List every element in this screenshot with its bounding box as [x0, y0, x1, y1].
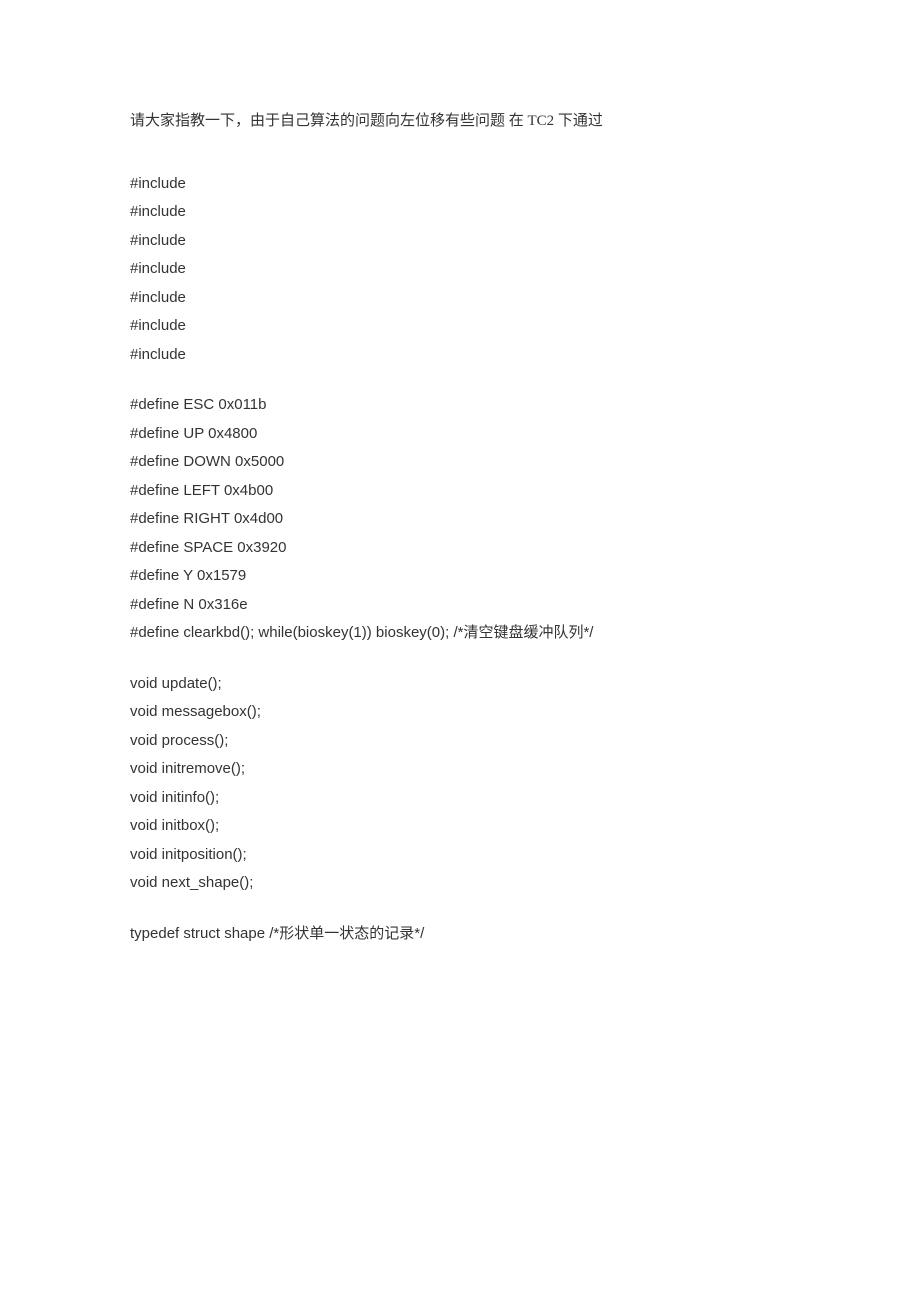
code-line: #include	[130, 315, 790, 338]
code-line: #include	[130, 173, 790, 196]
code-line: #define ESC 0x011b	[130, 394, 790, 417]
code-line: void update();	[130, 673, 790, 696]
code-line: void messagebox();	[130, 701, 790, 724]
code-line: #define Y 0x1579	[130, 565, 790, 588]
code-line: #define clearkbd(); while(bioskey(1)) bi…	[130, 622, 790, 645]
defines-block: #define ESC 0x011b #define UP 0x4800 #de…	[130, 394, 790, 645]
code-line: void initbox();	[130, 815, 790, 838]
code-line: #define RIGHT 0x4d00	[130, 508, 790, 531]
code-line: #include	[130, 201, 790, 224]
document-page: 请大家指教一下，由于自己算法的问题向左位移有些问题 在 TC2 下通过 #inc…	[0, 0, 920, 1302]
functions-block: void update(); void messagebox(); void p…	[130, 673, 790, 895]
code-line: void initremove();	[130, 758, 790, 781]
code-line: #define UP 0x4800	[130, 423, 790, 446]
includes-block: #include #include #include #include #inc…	[130, 173, 790, 367]
code-line: void initinfo();	[130, 787, 790, 810]
intro-text: 请大家指教一下，由于自己算法的问题向左位移有些问题 在 TC2 下通过	[130, 110, 790, 133]
code-line: typedef struct shape /*形状单一状态的记录*/	[130, 923, 790, 946]
code-line: #include	[130, 344, 790, 367]
code-line: #include	[130, 230, 790, 253]
code-line: void initposition();	[130, 844, 790, 867]
code-line: void process();	[130, 730, 790, 753]
code-line: #define SPACE 0x3920	[130, 537, 790, 560]
code-line: void next_shape();	[130, 872, 790, 895]
code-line: #define DOWN 0x5000	[130, 451, 790, 474]
code-line: #include	[130, 287, 790, 310]
code-line: #define N 0x316e	[130, 594, 790, 617]
code-line: #include	[130, 258, 790, 281]
typedef-block: typedef struct shape /*形状单一状态的记录*/	[130, 923, 790, 946]
code-line: #define LEFT 0x4b00	[130, 480, 790, 503]
